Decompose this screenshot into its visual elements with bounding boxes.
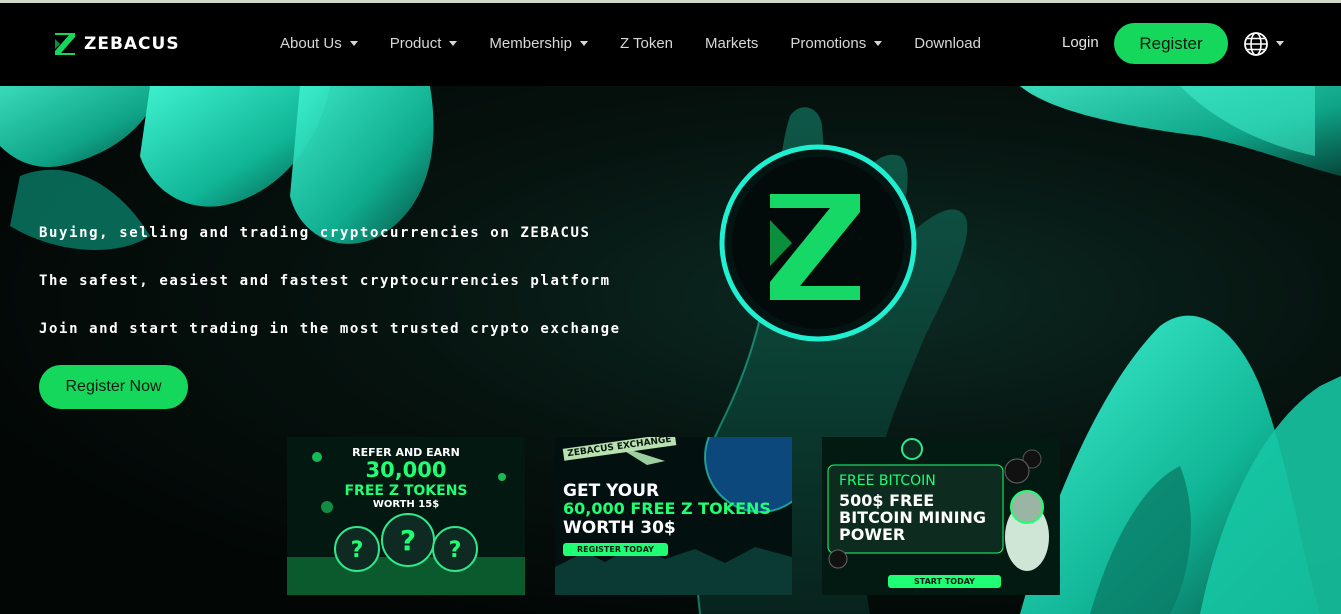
- chevron-down-icon: [874, 41, 883, 46]
- chevron-down-icon: [449, 41, 458, 46]
- promo-banner-get-tokens[interactable]: ZEBACUS EXCHANGE GET YOUR 60,000 FREE Z …: [555, 437, 792, 595]
- promo-banner-refer[interactable]: ? ? ? REFER AND EARN 30,000 FREE Z TOKEN…: [287, 437, 525, 595]
- nav-item-download[interactable]: Download: [914, 35, 981, 52]
- nav-item-product[interactable]: Product: [390, 35, 458, 52]
- nav-label: Z Token: [619, 35, 674, 52]
- promo-refer-line-4: WORTH 15$: [372, 499, 440, 510]
- nav-label: Promotions: [790, 35, 867, 52]
- promo-register-today-button[interactable]: REGISTER TODAY: [563, 543, 668, 556]
- nav-item-promotions[interactable]: Promotions: [790, 35, 883, 52]
- hero-line-1: Buying, selling and trading cryptocurren…: [39, 225, 591, 241]
- nav-label: Markets: [705, 35, 759, 52]
- brand-logo[interactable]: ZEBACUS: [52, 31, 180, 57]
- nav-item-markets[interactable]: Markets: [705, 35, 758, 52]
- register-button[interactable]: Register: [1114, 23, 1228, 64]
- brand-name: ZEBACUS: [84, 34, 180, 54]
- login-link[interactable]: Login: [1062, 34, 1099, 51]
- site-header: ZEBACUS About Us Product Membership Z To…: [0, 3, 1341, 86]
- nav-label: About Us: [280, 35, 342, 52]
- promo-refer-line-2: 30,000: [365, 458, 447, 482]
- nav-item-z-token[interactable]: Z Token: [620, 35, 673, 52]
- promo-banner-free-bitcoin[interactable]: FREE BITCOIN 500$ FREE BITCOIN MINING PO…: [822, 437, 1060, 595]
- chevron-down-icon: [349, 41, 358, 46]
- nav-item-about-us[interactable]: About Us: [280, 35, 358, 52]
- promo-get-tokens-line-3: WORTH 30$: [563, 518, 676, 538]
- nav-label: Membership: [489, 35, 572, 52]
- promo-get-tokens-line-1: GET YOUR: [563, 481, 660, 501]
- promo-start-today-button[interactable]: START TODAY: [888, 575, 1001, 588]
- svg-text:?: ?: [449, 538, 462, 563]
- globe-icon[interactable]: [1243, 31, 1269, 57]
- hero-line-3: Join and start trading in the most trust…: [39, 321, 621, 337]
- nav-label: Product: [389, 35, 442, 52]
- hero-line-2: The safest, easiest and fastest cryptocu…: [39, 273, 611, 289]
- language-chevron-down-icon[interactable]: [1276, 41, 1284, 46]
- svg-text:?: ?: [351, 538, 364, 563]
- svg-text:?: ?: [400, 524, 416, 557]
- nav-label: Download: [914, 35, 981, 52]
- promo-bitcoin-line-1: FREE BITCOIN: [839, 473, 936, 489]
- main-nav: About Us Product Membership Z Token Mark…: [280, 35, 1013, 52]
- nav-item-membership[interactable]: Membership: [489, 35, 588, 52]
- promo-refer-line-3: FREE Z TOKENS: [344, 483, 468, 499]
- promo-bitcoin-line-4: POWER: [839, 525, 906, 544]
- hero-section: Buying, selling and trading cryptocurren…: [0, 86, 1341, 614]
- chevron-down-icon: [579, 41, 588, 46]
- promo-get-tokens-line-2: 60,000 FREE Z TOKENS: [563, 499, 771, 518]
- zebacus-logo-icon: [55, 33, 75, 55]
- register-now-button[interactable]: Register Now: [39, 365, 188, 409]
